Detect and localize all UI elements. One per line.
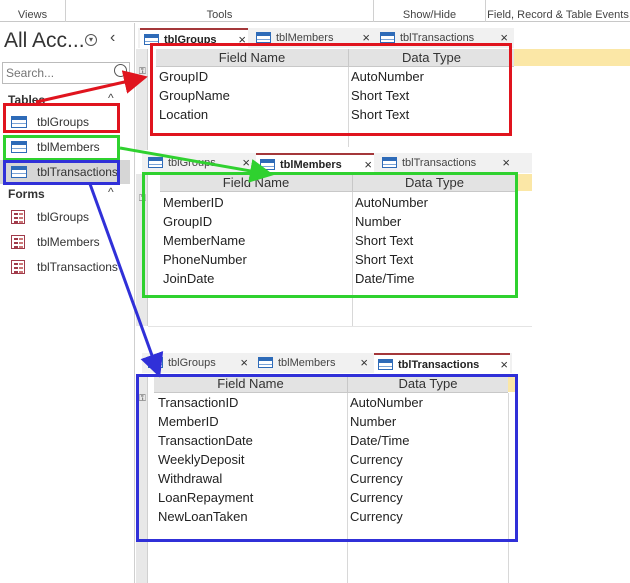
arrow-green xyxy=(119,146,274,183)
arrow-blue xyxy=(88,183,164,378)
annotation-arrows xyxy=(35,70,274,378)
arrow-red xyxy=(35,70,148,104)
